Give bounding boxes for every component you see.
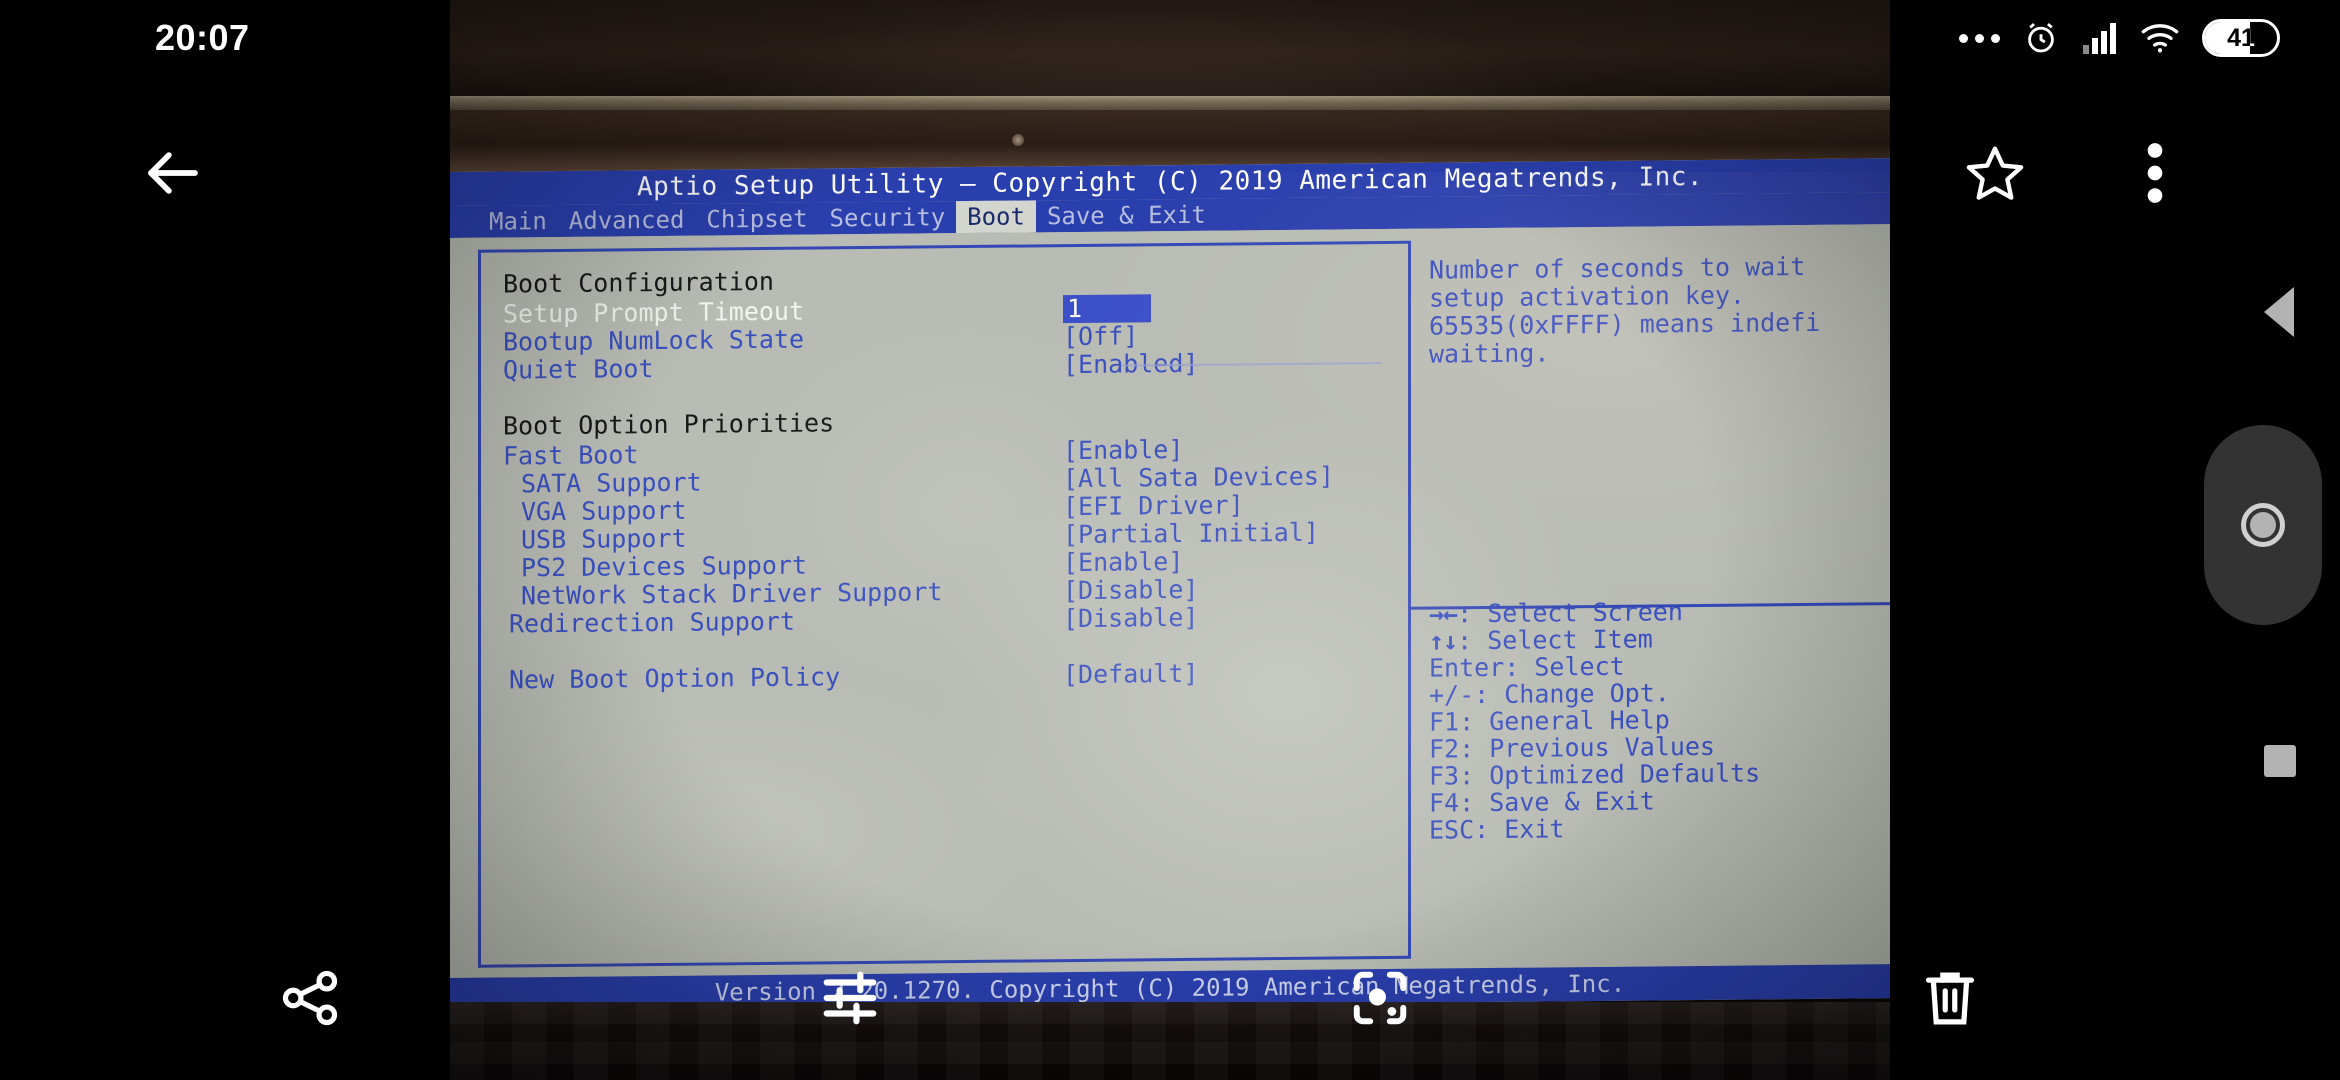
key-name: ESC [1429,815,1475,845]
bios-body: Boot Configuration Setup Prompt Timeout … [450,224,1890,978]
photo-viewer[interactable]: Aptio Setup Utility – Copyright (C) 2019… [450,0,1890,1080]
delete-button[interactable] [1890,938,2010,1058]
bios-screen: Aptio Setup Utility – Copyright (C) 2019… [450,158,1890,1012]
arrow-keys-glyph: →← [1429,599,1458,629]
status-bar: 20:07 41 [0,0,2340,76]
key-name: F2 [1429,734,1460,764]
screenshot-root: Aptio Setup Utility – Copyright (C) 2019… [0,0,2340,1080]
circle-icon [2241,503,2285,547]
key-legend-esc: ESC: Exit [1429,812,1890,845]
arrow-left-icon [140,140,206,206]
key-name: Enter [1429,652,1505,683]
nav-home-button[interactable] [2204,425,2322,625]
setting-label: Quiet Boot [503,354,654,385]
key-action: : Exit [1474,814,1565,845]
help-text-line: waiting. [1429,338,1550,369]
key-name: F4 [1429,788,1460,818]
nav-recents-button[interactable] [2264,745,2296,777]
setting-value[interactable]: 1 [1063,294,1151,324]
share-icon [279,967,341,1029]
key-action: : Save & Exit [1459,786,1655,818]
edit-button[interactable] [790,938,910,1058]
laptop-keyboard-deck [450,1002,1890,1080]
setting-value[interactable]: [Disable] [1063,575,1198,605]
key-action: : Select [1504,651,1625,682]
alarm-clock-icon [2022,19,2060,57]
sliders-icon [819,967,881,1029]
lens-button[interactable] [1320,938,1440,1058]
setting-value[interactable]: [EFI Driver] [1063,490,1244,521]
keyboard-keys [450,1002,1890,1080]
help-text-line: 65535(0xFFFF) means indefi [1429,307,1821,341]
bios-settings-panel: Boot Configuration Setup Prompt Timeout … [478,240,1408,968]
help-text-line: Number of seconds to wait [1429,251,1806,285]
share-button[interactable] [250,938,370,1058]
circle-icon-inner [2250,512,2276,538]
nav-back-button[interactable] [2234,262,2324,362]
favorite-button[interactable] [1940,118,2050,228]
arrow-keys-glyph: ↑↓ [1429,626,1458,656]
tab-chipset[interactable]: Chipset [695,202,818,235]
setting-value[interactable]: [Enable] [1063,547,1183,577]
more-vertical-icon [2146,142,2164,204]
navigation-bar [2204,0,2340,1080]
wifi-icon [2140,22,2180,54]
tab-security[interactable]: Security [819,201,957,234]
back-button[interactable] [118,118,228,228]
key-action: : Select Item [1457,624,1653,656]
setting-value[interactable]: [Default] [1063,659,1198,689]
setting-value[interactable]: [Partial Initial] [1063,518,1319,549]
setting-value[interactable]: [Off] [1063,321,1138,351]
bios-help-panel: Number of seconds to wait setup activati… [1408,236,1890,959]
setting-value[interactable]: [Disable] [1063,603,1198,633]
webcam-icon [1012,134,1024,146]
status-clock: 20:07 [155,17,250,58]
help-text-line: setup activation key. [1429,280,1746,313]
star-icon [1964,142,2026,204]
signal-bars-icon [2082,21,2118,55]
trash-icon [1921,967,1979,1029]
tab-advanced[interactable]: Advanced [558,204,696,237]
google-lens-icon [1349,967,1411,1029]
more-dots-icon [1959,33,2000,43]
key-action: : Optimized Defaults [1459,758,1761,791]
triangle-left-icon [2264,287,2294,337]
setting-label: New Boot Option Policy [509,662,841,695]
setting-row-new-boot-option-policy[interactable]: New Boot Option Policy [Default] [503,658,1408,695]
key-name: F1 [1429,707,1460,737]
key-name: +/- [1429,680,1475,710]
setting-label: Redirection Support [509,606,795,639]
laptop-lid-edge [450,96,1890,110]
key-action: : Change Opt. [1474,678,1670,710]
tab-boot[interactable]: Boot [956,200,1036,234]
setting-value[interactable]: [Enable] [1063,435,1183,465]
key-name: F3 [1429,761,1460,791]
tab-main[interactable]: Main [478,205,558,238]
setting-value[interactable]: [All Sata Devices] [1063,462,1334,494]
overflow-menu-button[interactable] [2100,118,2210,228]
tab-save-exit[interactable]: Save & Exit [1036,199,1217,233]
